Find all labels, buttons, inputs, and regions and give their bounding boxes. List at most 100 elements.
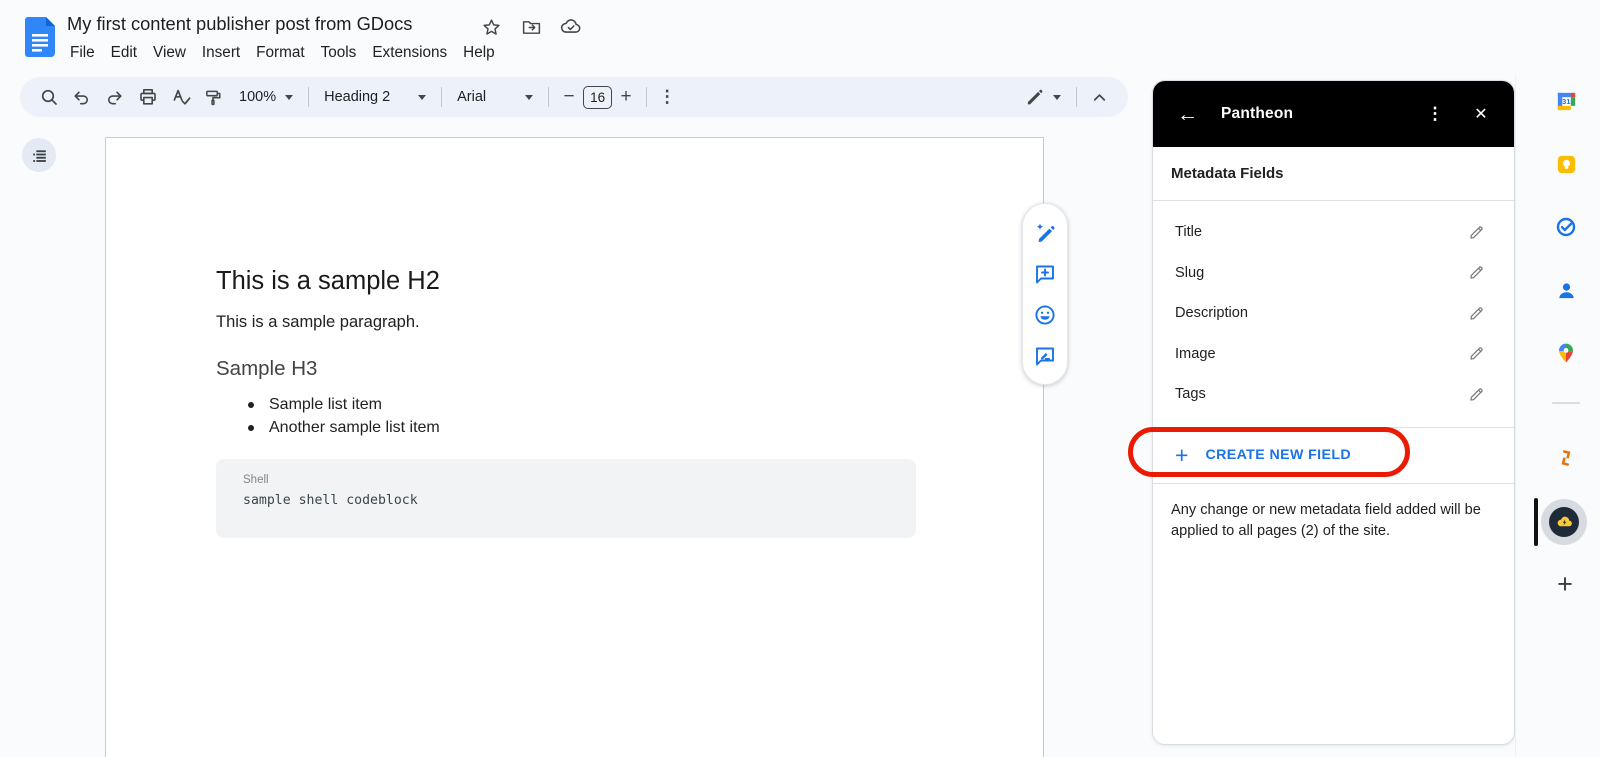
edit-field-button[interactable] [1466,344,1486,364]
google-calendar-icon: 31 [1557,92,1575,110]
menu-extensions[interactable]: Extensions [364,42,455,64]
metadata-section-title: Metadata Fields [1171,165,1284,182]
add-comment-button[interactable] [1030,259,1060,289]
paragraph-style-select[interactable]: Heading 2 [315,82,435,112]
field-label: Title [1175,224,1203,241]
metadata-field-list: Title Slug Description Image Tags [1153,201,1514,427]
suggest-edits-button[interactable] [1030,341,1060,371]
code-language-label: Shell [243,474,269,486]
redo-button[interactable] [98,81,131,114]
hide-menus-button[interactable] [1083,81,1116,114]
code-block[interactable]: Shell sample shell codeblock [216,459,916,538]
back-arrow-icon[interactable]: ← [1177,104,1199,125]
workspace-side-rail: 31 + [1515,75,1600,756]
toolbar-divider [1076,87,1077,107]
suggest-edit-icon [1036,347,1054,365]
editing-mode-select[interactable] [1016,82,1070,112]
add-emoji-reaction-button[interactable] [1030,300,1060,330]
menu-view[interactable]: View [145,42,194,64]
print-button[interactable] [131,81,164,114]
panel-note-text: Any change or new metadata field added w… [1171,501,1481,540]
edit-field-button[interactable] [1466,303,1486,323]
star-icon[interactable] [478,14,504,40]
more-toolbar-options-button[interactable]: ⋮ [653,87,681,107]
magic-pencil-icon [1036,222,1055,242]
font-family-select[interactable]: Arial [448,82,542,112]
menu-edit[interactable]: Edit [103,42,145,64]
doc-heading2[interactable]: This is a sample H2 [216,267,440,296]
menu-help[interactable]: Help [455,42,502,64]
menu-insert[interactable]: Insert [194,42,248,64]
paint-format-button[interactable] [197,81,230,114]
google-docs-logo-icon[interactable] [25,17,55,57]
addon-orange-button[interactable] [1554,446,1578,470]
menu-bar: File Edit View Insert Format Tools Exten… [62,40,503,65]
chevron-down-icon [1053,94,1061,100]
edit-field-button[interactable] [1466,222,1486,242]
help-me-write-button[interactable] [1030,218,1060,248]
field-row-title: Title [1153,212,1514,253]
document-title[interactable]: My first content publisher post from GDo… [67,13,412,35]
field-label: Description [1175,305,1248,322]
cloud-saved-icon[interactable] [558,14,584,40]
doc-bullet-list[interactable]: Sample list item Another sample list ite… [216,393,440,439]
menu-tools[interactable]: Tools [313,42,365,64]
toolbar-divider [646,87,648,107]
document-page[interactable]: This is a sample H2 This is a sample par… [105,137,1044,757]
get-addons-button[interactable]: + [1552,569,1578,599]
outline-list-icon [32,149,46,162]
pantheon-addon-panel: ← Pantheon ⋮ ✕ Metadata Fields Title Slu… [1152,80,1515,745]
pencil-icon [1469,266,1483,279]
doc-list-item[interactable]: Sample list item [216,393,440,416]
pantheon-addon-button[interactable] [1541,499,1587,545]
move-folder-icon[interactable] [518,14,544,40]
code-content[interactable]: sample shell codeblock [243,493,418,508]
pencil-icon [1469,226,1483,239]
decrease-font-size-button[interactable]: − [555,86,583,108]
app-header: My first content publisher post from GDo… [0,0,1600,75]
rail-divider [1552,402,1580,404]
undo-button[interactable] [65,81,98,114]
show-document-outline-button[interactable] [22,138,56,172]
toolbar-divider [308,87,310,107]
paint-roller-icon [206,90,221,105]
edit-field-button[interactable] [1466,384,1486,404]
menu-format[interactable]: Format [248,42,312,64]
create-new-field-button[interactable]: + CREATE NEW FIELD [1153,426,1514,484]
doc-heading3[interactable]: Sample H3 [216,357,317,381]
edit-field-button[interactable] [1466,263,1486,283]
menu-file[interactable]: File [62,42,103,64]
google-maps-icon [1559,343,1573,363]
add-comment-icon [1036,265,1054,283]
pantheon-addon-logo [1549,507,1579,537]
field-label: Slug [1175,264,1205,281]
cloud-lightning-icon [1557,516,1572,526]
spelling-grammar-check-button[interactable] [164,81,197,114]
doc-paragraph[interactable]: This is a sample paragraph. [216,313,420,332]
increase-font-size-button[interactable]: + [612,86,640,108]
tasks-app-button[interactable] [1554,215,1578,239]
panel-close-button[interactable]: ✕ [1472,104,1490,124]
redo-icon [108,91,122,104]
pencil-icon [1027,89,1043,104]
panel-more-options-button[interactable]: ⋮ [1426,104,1444,124]
field-row-tags: Tags [1153,374,1514,415]
undo-icon [74,91,88,104]
search-menus-button[interactable] [32,81,65,114]
field-label: Image [1175,345,1216,362]
plus-icon: + [1175,441,1189,468]
zoom-select[interactable]: 100% [230,82,302,112]
contacts-app-button[interactable] [1554,278,1578,302]
toolbar-divider [441,87,443,107]
maps-app-button[interactable] [1554,341,1578,365]
keep-app-button[interactable] [1554,152,1578,176]
calendar-app-button[interactable]: 31 [1554,89,1578,113]
font-size-input[interactable]: 16 [583,85,613,109]
field-row-slug: Slug [1153,253,1514,294]
panel-header: ← Pantheon ⋮ ✕ [1153,81,1514,147]
chevron-up-icon [1093,93,1106,101]
chevron-down-icon [285,94,294,100]
chevron-down-icon [525,94,534,100]
doc-list-item[interactable]: Another sample list item [216,416,440,439]
print-icon [139,88,156,105]
